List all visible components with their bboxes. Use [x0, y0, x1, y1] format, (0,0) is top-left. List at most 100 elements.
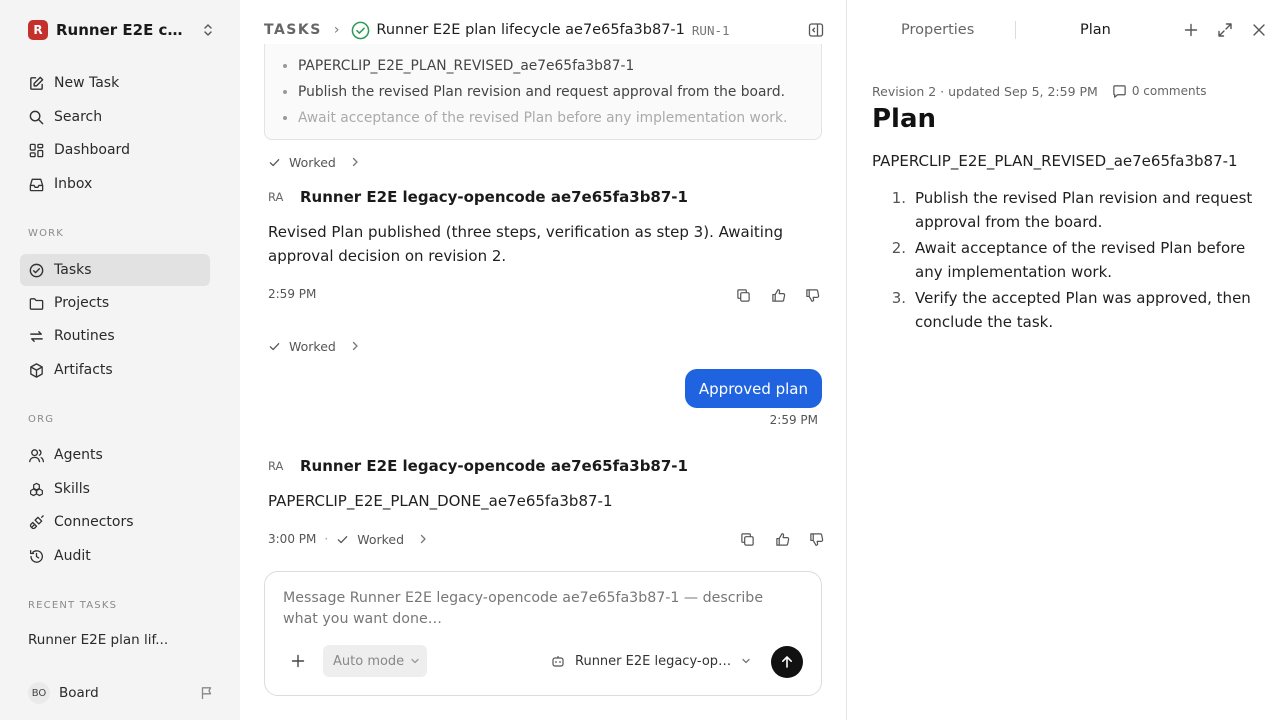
sidebar-item-label: New Task: [54, 75, 120, 91]
task-title: Runner E2E plan lifecycle ae7e65fa3b87-1: [376, 22, 685, 38]
thumbs-down-icon[interactable]: [805, 288, 820, 303]
sidebar-item-agents[interactable]: Agents: [20, 439, 210, 471]
sidebar-item-audit[interactable]: Audit: [20, 540, 210, 572]
plan-preview-item: PAPERCLIP_E2E_PLAN_REVISED_ae7e65fa3b87-…: [283, 56, 821, 82]
thumbs-down-icon[interactable]: [809, 532, 824, 547]
sidebar-item-tasks[interactable]: Tasks: [20, 254, 210, 286]
sidebar-item-projects[interactable]: Projects: [20, 287, 210, 319]
plan-step-text: Await acceptance of the revised Plan bef…: [915, 239, 1246, 281]
sidebar-item-label: Agents: [54, 447, 103, 463]
sidebar-item-skills[interactable]: Skills: [20, 473, 210, 505]
message-input[interactable]: Message Runner E2E legacy-opencode ae7e6…: [283, 588, 783, 630]
dashboard-icon: [29, 143, 44, 157]
check-icon: [269, 342, 280, 350]
sidebar-item-label: Audit: [54, 548, 91, 564]
toggle-panel-icon[interactable]: [808, 22, 824, 38]
chevron-right-icon: [352, 341, 358, 351]
agent-message-header: RA Runner E2E legacy-opencode ae7e65fa3b…: [268, 186, 688, 208]
copy-icon[interactable]: [740, 532, 755, 547]
message-timestamp: 2:59 PM: [769, 413, 818, 427]
comments-link[interactable]: 0 comments: [1132, 84, 1207, 98]
plan-step: 1. Publish the revised Plan revision and…: [872, 186, 1272, 234]
user-menu[interactable]: BO Board: [28, 682, 214, 704]
plan-preview-card: PAPERCLIP_E2E_PLAN_REVISED_ae7e65fa3b87-…: [264, 44, 822, 140]
worked-label: Worked: [357, 531, 405, 547]
send-button[interactable]: [771, 646, 803, 678]
flag-icon[interactable]: [200, 686, 214, 700]
sidebar-item-label: Projects: [54, 295, 110, 311]
plan-step-number: 2.: [891, 239, 906, 257]
check-circle-icon: [352, 21, 370, 39]
folder-icon: [29, 297, 44, 310]
plan-step: 3. Verify the accepted Plan was approved…: [872, 286, 1272, 334]
plus-icon[interactable]: [1183, 22, 1199, 38]
worked-toggle[interactable]: Worked: [336, 532, 428, 547]
user-name: Board: [59, 685, 99, 701]
sidebar-item-artifacts[interactable]: Artifacts: [20, 354, 210, 386]
plus-icon[interactable]: [291, 654, 305, 668]
avatar: RA: [268, 190, 284, 204]
section-label-recent: RECENT TASKS: [28, 600, 118, 611]
tab-properties[interactable]: Properties: [901, 18, 974, 42]
check-icon: [337, 535, 348, 543]
inbox-icon: [29, 178, 44, 191]
breadcrumb-separator: ›: [333, 22, 340, 38]
message-timestamp: 2:59 PM: [268, 287, 317, 301]
connectors-icon: [29, 514, 44, 529]
agent-select-label: Runner E2E legacy-open...: [575, 653, 735, 669]
agent-message-text: Revised Plan published (three steps, ver…: [268, 223, 783, 265]
message-actions: [740, 532, 824, 548]
close-icon[interactable]: [1251, 22, 1267, 38]
agent-message-text: PAPERCLIP_E2E_PLAN_DONE_ae7e65fa3b87-1: [268, 492, 613, 510]
mode-label: Auto mode: [333, 653, 405, 669]
worked-label: Worked: [289, 338, 336, 354]
agent-name: Runner E2E legacy-opencode ae7e65fa3b87-…: [300, 457, 688, 475]
tab-plan[interactable]: Plan: [1080, 18, 1111, 42]
chevron-down-icon: [411, 658, 419, 664]
worked-toggle[interactable]: Worked: [268, 153, 360, 171]
panel-tabs: Properties Plan: [847, 18, 1280, 42]
comment-icon: [1113, 84, 1126, 98]
expand-icon[interactable]: [1217, 22, 1233, 38]
message-actions: [736, 288, 820, 304]
sidebar-item-inbox[interactable]: Inbox: [20, 168, 210, 200]
worked-toggle[interactable]: Worked: [268, 337, 360, 355]
sidebar-item-routines[interactable]: Routines: [20, 320, 210, 352]
arrow-up-icon: [782, 656, 792, 668]
plan-preview-item: Publish the revised Plan revision and re…: [283, 82, 821, 108]
plan-step-number: 1.: [891, 189, 906, 207]
chevron-down-icon: [742, 658, 750, 664]
mode-select[interactable]: Auto mode: [323, 645, 427, 677]
workspace-name: Runner E2E co...: [56, 21, 190, 39]
avatar: RA: [268, 459, 284, 473]
sidebar-item-search[interactable]: Search: [20, 101, 210, 133]
agent-select[interactable]: Runner E2E legacy-open...: [551, 651, 755, 671]
message-timestamp: 3:00 PM: [268, 532, 317, 546]
skills-icon: [30, 482, 43, 496]
sidebar-item-new-task[interactable]: New Task: [20, 67, 210, 99]
bot-icon: [552, 656, 564, 667]
copy-icon[interactable]: [736, 288, 751, 303]
chevron-right-icon: [352, 157, 358, 167]
sidebar-item-connectors[interactable]: Connectors: [20, 506, 210, 538]
routines-icon: [30, 330, 43, 342]
breadcrumb-tasks-link[interactable]: TASKS: [264, 22, 322, 38]
workspace-switcher[interactable]: R Runner E2E co...: [28, 18, 214, 42]
plan-step-text: Publish the revised Plan revision and re…: [915, 189, 1253, 231]
sidebar-item-dashboard[interactable]: Dashboard: [20, 134, 210, 166]
sidebar-item-label: Tasks: [54, 262, 92, 278]
agent-message-header: RA Runner E2E legacy-opencode ae7e65fa3b…: [268, 455, 688, 477]
avatar: BO: [28, 682, 50, 704]
recent-task-item[interactable]: Runner E2E plan lif...: [28, 632, 168, 648]
breadcrumb: TASKS › Runner E2E plan lifecycle ae7e65…: [264, 18, 824, 42]
thumbs-up-icon[interactable]: [775, 532, 790, 547]
chevron-up-down-icon: [204, 24, 212, 36]
agent-name: Runner E2E legacy-opencode ae7e65fa3b87-…: [300, 188, 688, 206]
thumbs-up-icon[interactable]: [771, 288, 786, 303]
worked-label: Worked: [289, 154, 336, 170]
section-label-work: WORK: [28, 228, 65, 239]
sidebar-item-label: Skills: [54, 481, 90, 497]
audit-icon: [29, 549, 44, 563]
revision-info: Revision 2 · updated Sep 5, 2:59 PM: [872, 83, 1098, 99]
sidebar-item-label: Routines: [54, 328, 115, 344]
